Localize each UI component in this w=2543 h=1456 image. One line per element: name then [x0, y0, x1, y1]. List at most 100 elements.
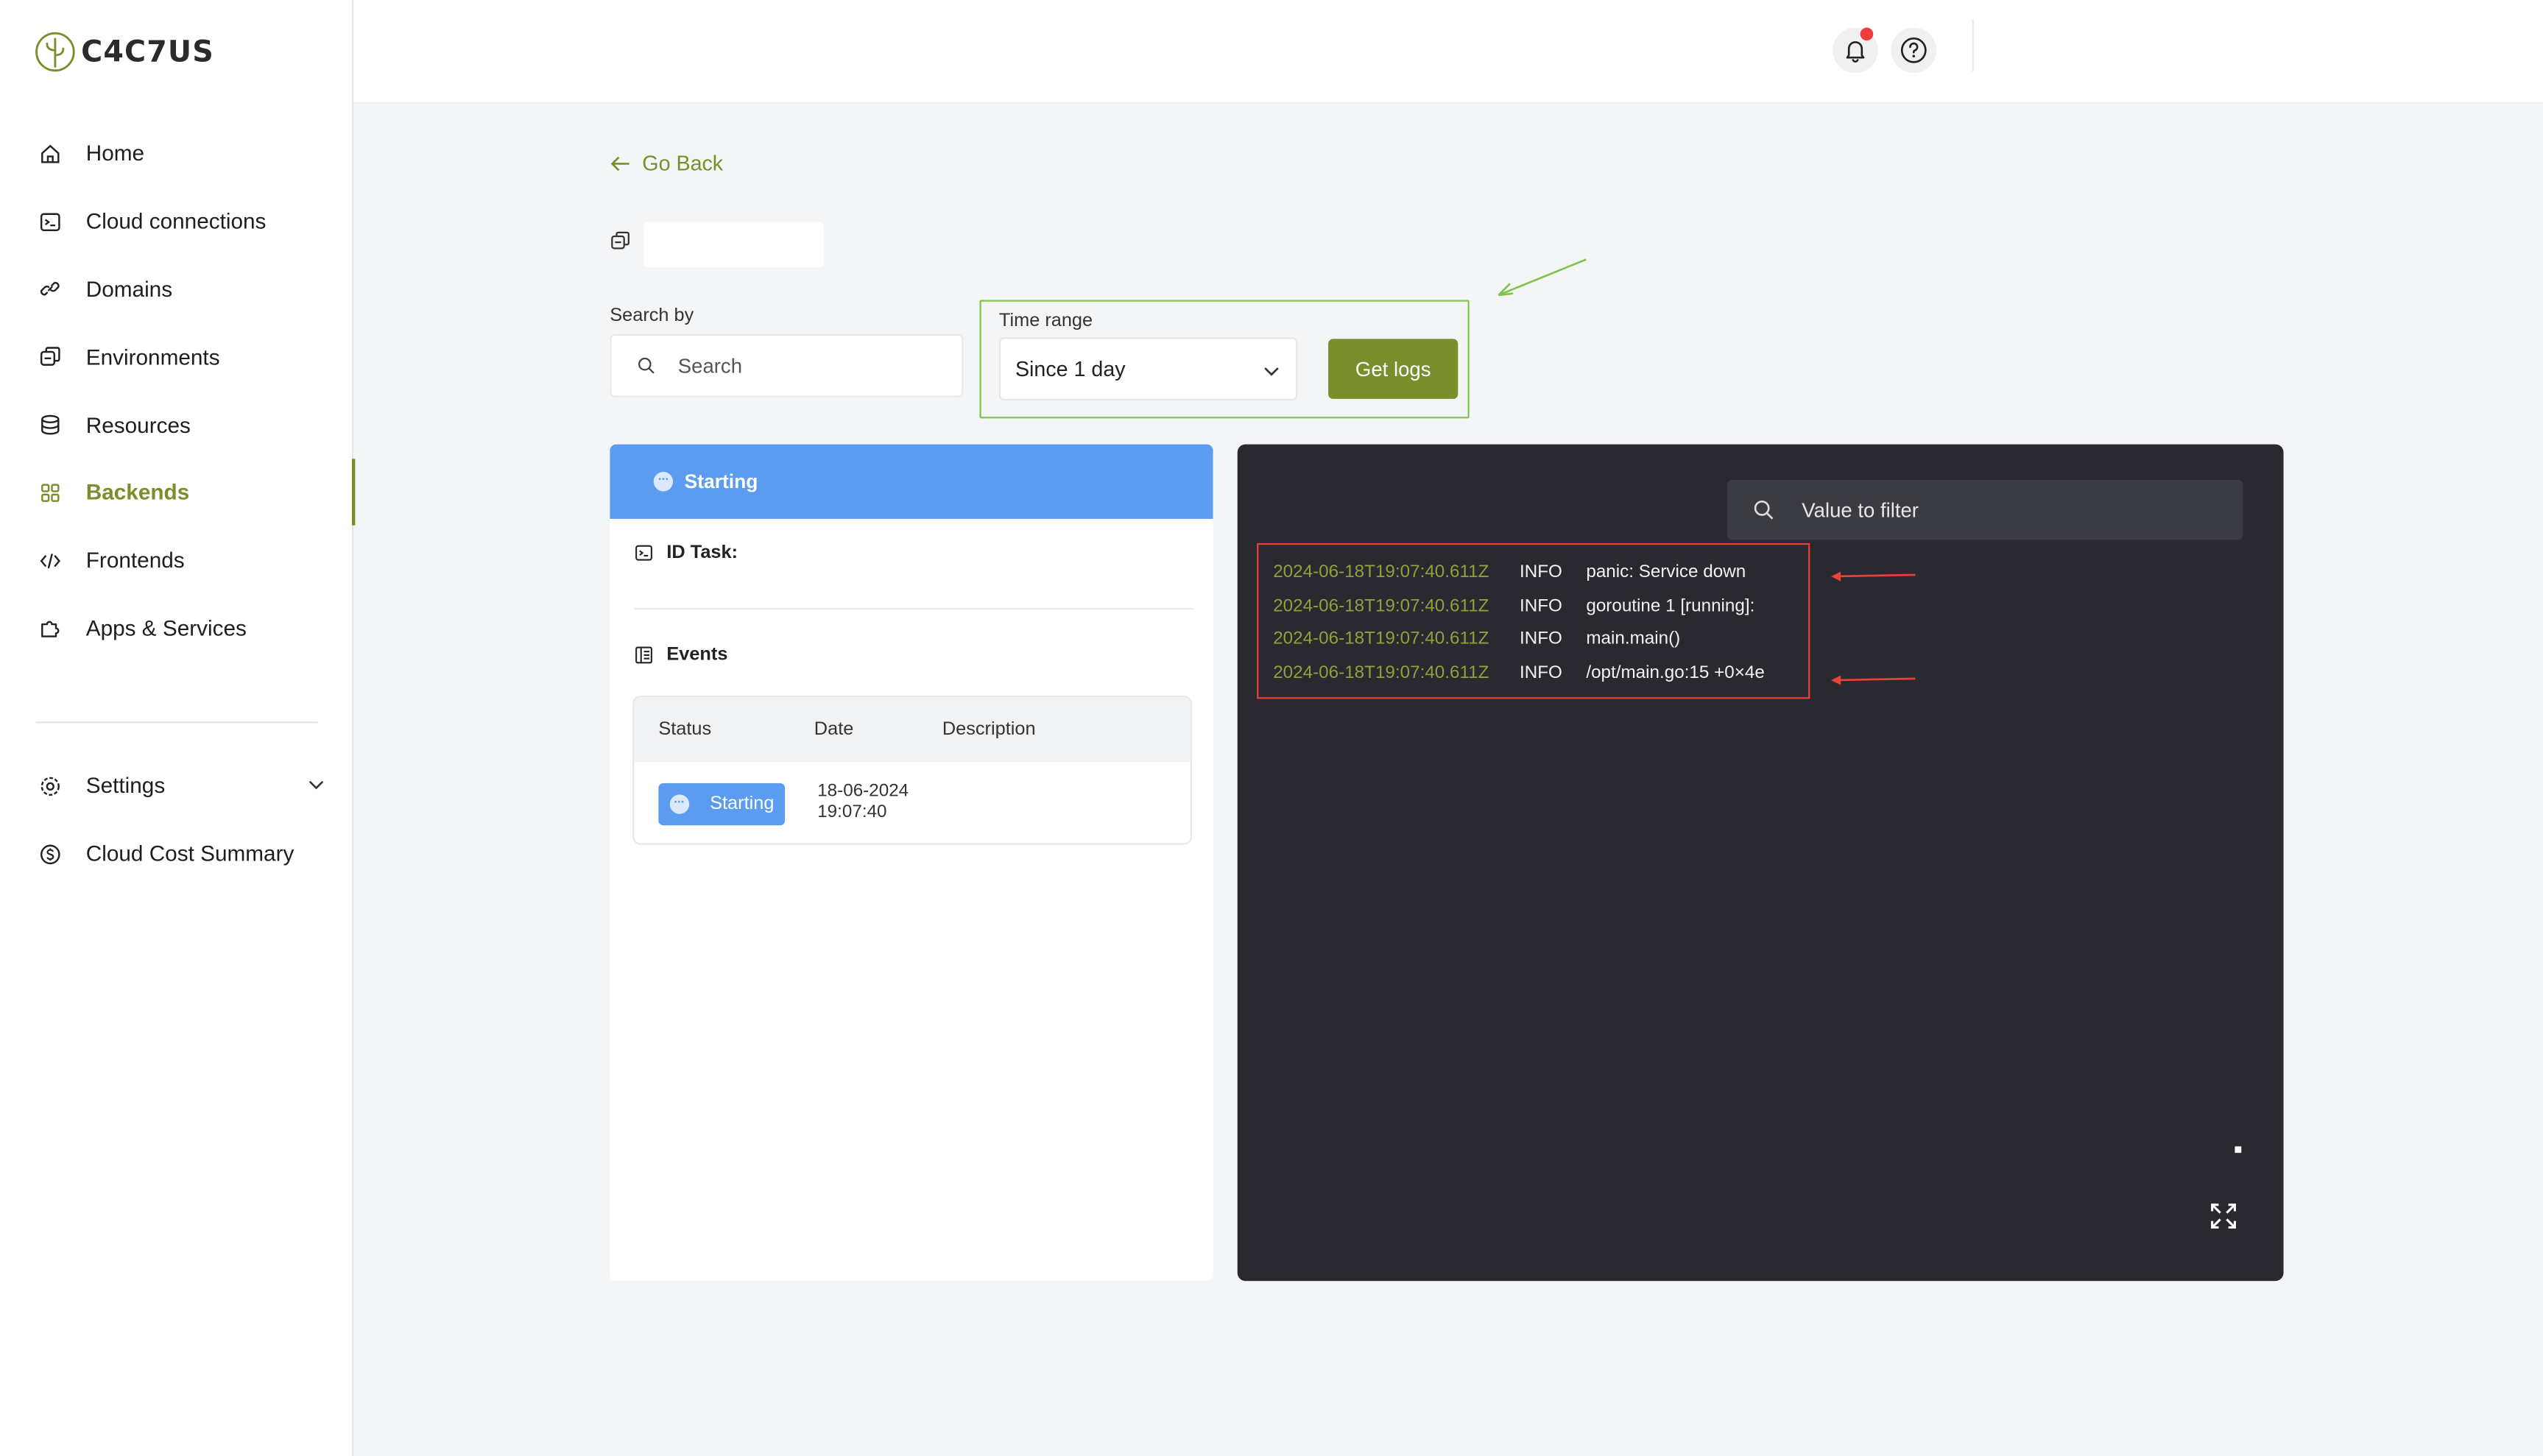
events-table: Status Date Description ··· Starting 18-… — [632, 696, 1193, 845]
log-level: INFO — [1520, 596, 1562, 615]
search-field[interactable] — [610, 333, 964, 397]
terminal-icon — [39, 211, 62, 233]
log-line: 2024-06-18T19:07:40.611Z INFO main.main(… — [1273, 629, 1680, 649]
environment-name-redacted — [643, 222, 825, 268]
sidebar-item-cloud-connections[interactable]: Cloud connections — [0, 188, 353, 255]
event-status: Starting — [710, 794, 775, 814]
column-date: Date — [814, 720, 854, 740]
chevron-down-icon — [1264, 367, 1279, 376]
divider — [634, 608, 1194, 610]
help-icon — [1900, 37, 1927, 63]
column-status: Status — [658, 720, 712, 740]
log-timestamp: 2024-06-18T19:07:40.611Z — [1273, 629, 1489, 649]
log-filter-field[interactable] — [1727, 480, 2243, 540]
sidebar-item-label: Domains — [85, 277, 173, 302]
cursor-dot — [2235, 1146, 2242, 1153]
header-divider — [1972, 19, 1974, 71]
brand-name: C4C7US — [81, 35, 214, 69]
sidebar-item-resources[interactable]: Resources — [0, 391, 353, 459]
events-title: Events — [666, 645, 728, 665]
sidebar-item-label: Backends — [85, 480, 190, 505]
sidebar-item-label: Frontends — [85, 548, 185, 573]
log-level: INFO — [1520, 562, 1562, 582]
gear-icon — [39, 775, 62, 798]
time-range-label: Time range — [998, 311, 1093, 331]
search-icon — [638, 357, 655, 374]
event-date: 18-06-2024 19:07:40 — [817, 782, 909, 824]
log-filter-input[interactable] — [1802, 498, 2224, 522]
sidebar-item-frontends[interactable]: Frontends — [0, 526, 353, 594]
sidebar-item-backends[interactable]: Backends — [0, 459, 356, 526]
time-range-value: Since 1 day — [1015, 356, 1126, 381]
go-back-link[interactable]: Go Back — [610, 151, 723, 175]
notification-badge — [1860, 27, 1874, 41]
log-level: INFO — [1520, 629, 1562, 649]
sidebar-item-label: Environments — [85, 344, 220, 370]
get-logs-button[interactable]: Get logs — [1328, 339, 1459, 399]
sidebar-item-label: Home — [85, 141, 145, 166]
cactus-logo-icon — [35, 32, 75, 72]
in-progress-icon: ··· — [669, 794, 689, 814]
terminal-icon — [635, 545, 652, 561]
help-button[interactable] — [1891, 27, 1937, 74]
log-message: panic: Service down — [1586, 562, 1746, 582]
status-badge: ··· Starting — [658, 782, 786, 826]
secondary-nav: Settings Cloud Cost Summary — [0, 752, 353, 888]
task-status-header: ··· Starting — [610, 444, 1213, 519]
log-timestamp: 2024-06-18T19:07:40.611Z — [1273, 596, 1489, 615]
sidebar: C4C7US Home Cloud connections Domains En… — [0, 0, 356, 1456]
bell-icon — [1846, 40, 1865, 63]
log-line: 2024-06-18T19:07:40.611Z INFO panic: Ser… — [1273, 562, 1746, 582]
log-viewer: 2024-06-18T19:07:40.611Z INFO panic: Ser… — [1237, 444, 2284, 1282]
log-timestamp: 2024-06-18T19:07:40.611Z — [1273, 562, 1489, 582]
event-date-time: 19:07:40 — [817, 802, 887, 822]
link-icon — [39, 278, 62, 301]
app-root: C4C7US Home Cloud connections Domains En… — [0, 0, 2543, 1456]
search-label: Search by — [610, 306, 694, 326]
dollar-icon — [39, 843, 62, 866]
chevron-down-icon[interactable] — [308, 777, 325, 793]
sidebar-item-label: Resources — [85, 412, 191, 437]
sidebar-item-label: Apps & Services — [85, 615, 247, 641]
log-timestamp: 2024-06-18T19:07:40.611Z — [1273, 662, 1489, 682]
sidebar-item-label: Cloud Cost Summary — [85, 841, 294, 866]
log-message: goroutine 1 [running]: — [1586, 596, 1755, 615]
log-level: INFO — [1520, 662, 1562, 682]
sidebar-item-environments[interactable]: Environments — [0, 323, 353, 391]
events-icon — [635, 646, 652, 664]
annotation-arrow-green — [1498, 258, 1587, 297]
event-date-day: 18-06-2024 — [817, 781, 909, 802]
logo[interactable]: C4C7US — [34, 31, 214, 73]
log-message: /opt/main.go:15 +0×4e — [1586, 662, 1765, 682]
code-icon — [39, 549, 62, 572]
top-header — [353, 0, 2543, 104]
environment-icon — [611, 231, 629, 250]
notifications-button[interactable] — [1833, 27, 1878, 74]
go-back-label: Go Back — [642, 150, 724, 175]
puzzle-icon — [39, 617, 62, 640]
task-panel: ··· Starting ID Task: Events Status Date… — [610, 444, 1213, 1282]
sidebar-item-label: Settings — [85, 774, 166, 799]
time-range-select[interactable]: Since 1 day — [998, 337, 1298, 401]
sidebar-item-home[interactable]: Home — [0, 120, 353, 188]
annotation-arrow-red — [1830, 571, 1916, 582]
sidebar-item-cloud-cost-summary[interactable]: Cloud Cost Summary — [0, 820, 353, 888]
time-range-group: Time range Since 1 day Get logs — [979, 300, 1470, 419]
main-nav: Home Cloud connections Domains Environme… — [0, 120, 356, 662]
task-status: Starting — [684, 470, 758, 493]
search-input[interactable] — [677, 354, 938, 378]
table-header: Status Date Description — [634, 697, 1191, 763]
sidebar-item-settings[interactable]: Settings — [0, 752, 353, 820]
sidebar-item-domains[interactable]: Domains — [0, 255, 353, 323]
database-icon — [39, 414, 62, 437]
annotation-arrow-red — [1830, 675, 1916, 685]
events-heading: Events — [634, 646, 727, 665]
highlighted-log-lines: 2024-06-18T19:07:40.611Z INFO panic: Ser… — [1257, 543, 1810, 699]
log-line: 2024-06-18T19:07:40.611Z INFO /opt/main.… — [1273, 662, 1765, 682]
expand-icon[interactable] — [2209, 1201, 2238, 1231]
log-message: main.main() — [1586, 629, 1681, 649]
arrow-left-icon — [610, 155, 629, 171]
grid-icon — [39, 481, 62, 504]
sidebar-item-label: Cloud connections — [85, 209, 267, 234]
sidebar-item-apps-services[interactable]: Apps & Services — [0, 594, 353, 662]
